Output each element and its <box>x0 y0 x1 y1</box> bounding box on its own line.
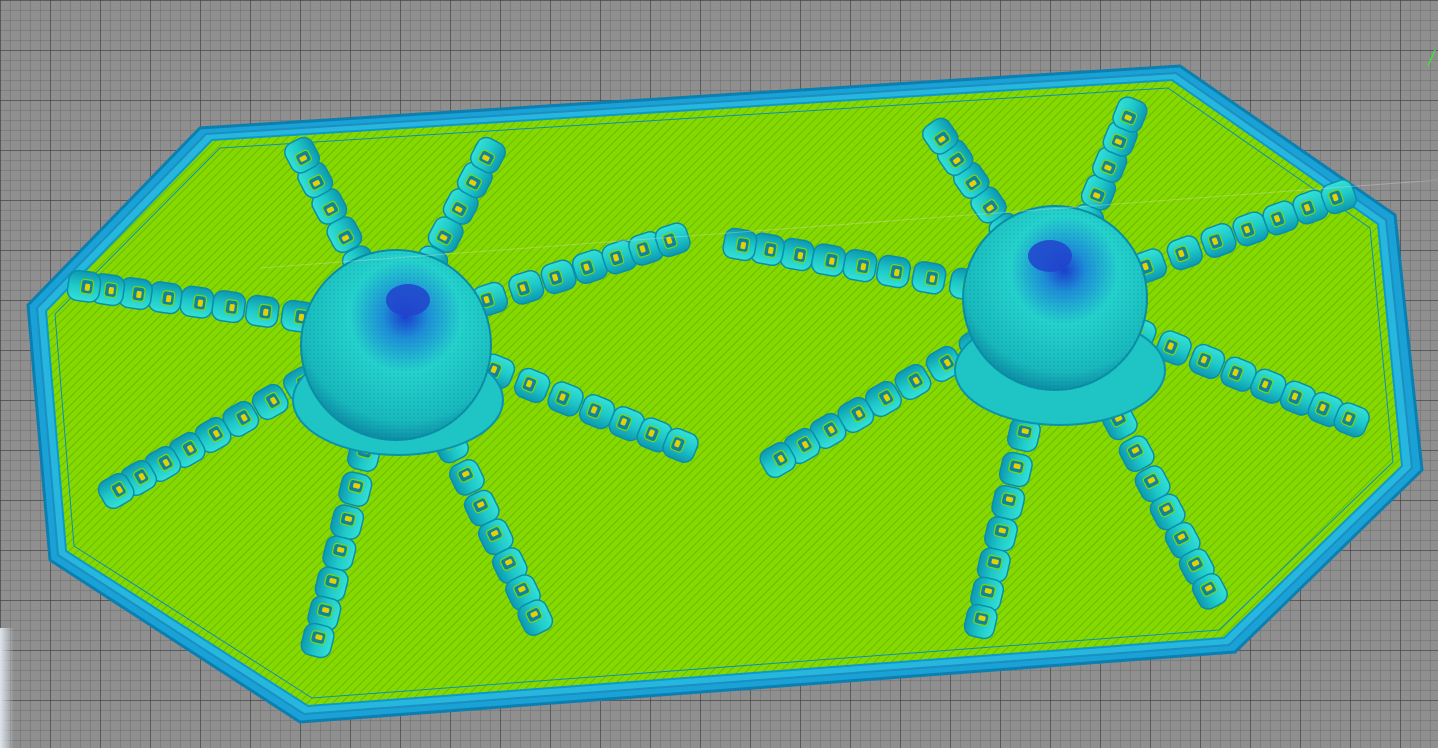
octopus-right-head-top <box>1028 240 1072 272</box>
slice-preview-scene[interactable] <box>0 0 1438 748</box>
3d-viewport[interactable] <box>0 0 1438 748</box>
raft-infill <box>44 78 1404 708</box>
window-edge <box>0 628 14 748</box>
raft[interactable] <box>26 64 1424 724</box>
octopus-left-head-top <box>386 284 430 316</box>
axis-indicator-icon <box>1427 49 1436 67</box>
